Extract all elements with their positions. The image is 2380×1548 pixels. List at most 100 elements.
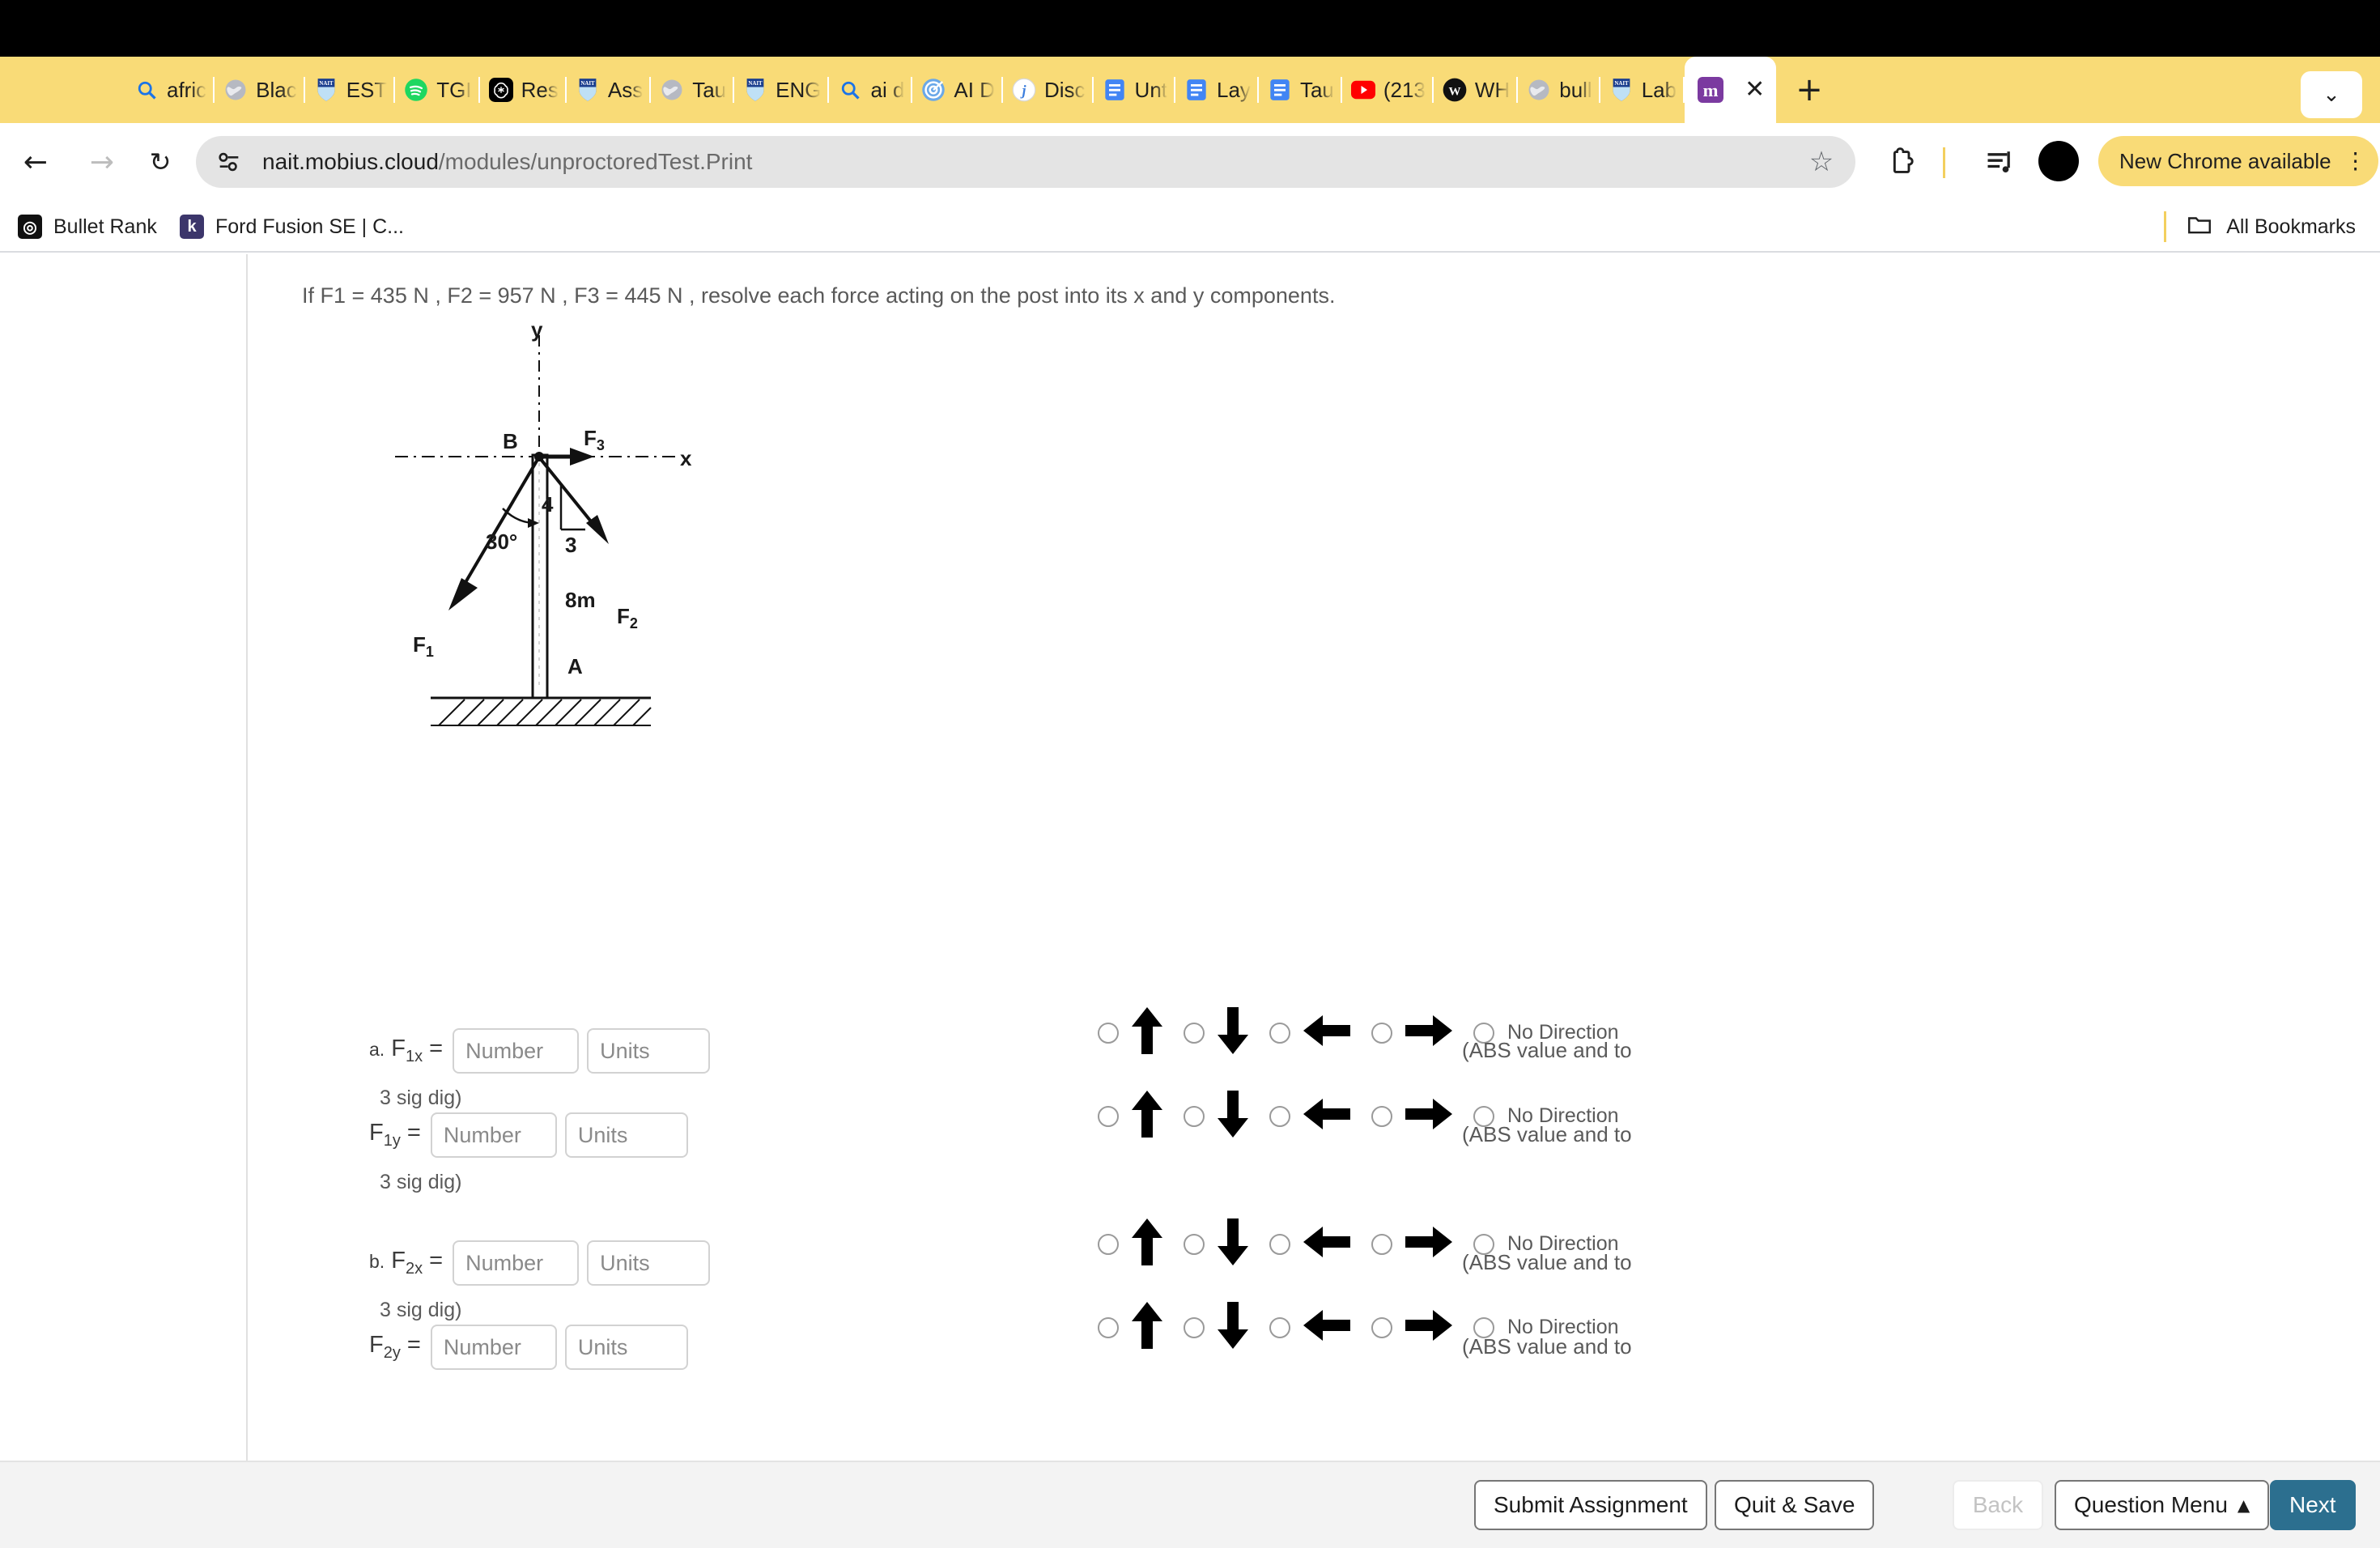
quit-and-save-button[interactable]: Quit & Save (1715, 1480, 1875, 1530)
browser-tab[interactable]: Tau (651, 64, 735, 116)
radio-right[interactable] (1371, 1316, 1392, 1338)
browser-tab[interactable]: bull (1518, 64, 1600, 116)
search-icon (134, 77, 159, 103)
question-menu-button[interactable]: Question Menu ▲ (2055, 1480, 2270, 1530)
radio-down[interactable] (1184, 1316, 1205, 1338)
browser-tab-active[interactable]: m ✕ (1685, 57, 1777, 123)
chrome-update-button[interactable]: New Chrome available ⋮ (2098, 136, 2378, 186)
browser-tab[interactable]: ai d (829, 64, 913, 116)
answer-label: b. F2x = (369, 1248, 444, 1278)
radio-left[interactable] (1269, 1022, 1290, 1044)
bookmark-ford-fusion[interactable]: k Ford Fusion SE | C... (180, 211, 404, 243)
radio-left[interactable] (1269, 1316, 1290, 1338)
close-icon[interactable]: ✕ (1745, 78, 1765, 102)
direction-option-left[interactable] (1269, 1225, 1352, 1263)
bookmark-bullet-rank[interactable]: ◎ Bullet Rank (18, 211, 157, 243)
direction-option-right[interactable] (1371, 1308, 1454, 1346)
figure-point-a-label: A (567, 654, 583, 678)
radio-right[interactable] (1371, 1022, 1392, 1044)
bookmark-star-icon[interactable]: ☆ (1800, 141, 1842, 183)
page-viewport: If F1 = 435 N , F2 = 957 N , F3 = 445 N … (0, 254, 2380, 1548)
arrow-left-icon (1302, 1308, 1352, 1346)
browser-tab[interactable]: NAIT Lab (1600, 64, 1685, 116)
chrome-menu-icon[interactable]: ⋮ (2344, 150, 2367, 172)
forward-button[interactable]: → (81, 141, 123, 183)
units-input[interactable]: Units (564, 1112, 688, 1158)
radio-left[interactable] (1269, 1105, 1290, 1127)
direction-option-right[interactable] (1371, 1225, 1454, 1263)
abs-value-note: (ABS value and to (1462, 1334, 1632, 1359)
tab-title: Ass (607, 77, 644, 102)
arrow-down-icon (1216, 1300, 1250, 1354)
extensions-icon[interactable] (1886, 142, 1923, 181)
number-input[interactable]: Number (453, 1240, 580, 1286)
svg-text:NAIT: NAIT (749, 81, 763, 87)
radio-up[interactable] (1098, 1022, 1119, 1044)
radio-left[interactable] (1269, 1233, 1290, 1255)
direction-option-down[interactable] (1184, 1217, 1250, 1271)
number-input[interactable]: Number (430, 1112, 557, 1158)
direction-option-left[interactable] (1269, 1308, 1352, 1346)
direction-option-up[interactable] (1098, 1217, 1164, 1271)
next-button[interactable]: Next (2270, 1480, 2356, 1530)
j-icon: j (1011, 77, 1037, 103)
radio-up[interactable] (1098, 1105, 1119, 1127)
units-input[interactable]: Units (587, 1028, 711, 1074)
all-bookmarks-button[interactable]: All Bookmarks (2164, 211, 2356, 243)
globe-icon (223, 77, 249, 103)
site-settings-icon[interactable] (215, 148, 243, 176)
radio-up[interactable] (1098, 1233, 1119, 1255)
browser-tab[interactable]: (213 (1342, 64, 1434, 116)
browser-tab[interactable]: Unt (1094, 64, 1176, 116)
direction-option-right[interactable] (1371, 1014, 1454, 1052)
profile-avatar[interactable] (2038, 141, 2079, 181)
direction-option-up[interactable] (1098, 1006, 1164, 1060)
browser-tab[interactable]: NAIT ENG (734, 64, 830, 116)
new-tab-button[interactable]: + (1787, 74, 1831, 106)
units-input[interactable]: Units (587, 1240, 711, 1286)
browser-tab[interactable]: TGI (395, 64, 480, 116)
browser-tab[interactable]: j Disc (1003, 64, 1094, 116)
answer-field-row: F2y = Number Units (369, 1325, 688, 1370)
tab-search-caret-icon[interactable]: ⌄ (2301, 71, 2362, 118)
browser-tab[interactable]: Blac (215, 64, 305, 116)
direction-option-right[interactable] (1371, 1097, 1454, 1135)
direction-option-down[interactable] (1184, 1006, 1250, 1060)
units-input[interactable]: Units (564, 1325, 688, 1370)
direction-option-up[interactable] (1098, 1089, 1164, 1143)
browser-tab[interactable]: AI D (912, 64, 1003, 116)
submit-assignment-button[interactable]: Submit Assignment (1474, 1480, 1707, 1530)
radio-down[interactable] (1184, 1233, 1205, 1255)
radio-right[interactable] (1371, 1233, 1392, 1255)
radio-down[interactable] (1184, 1022, 1205, 1044)
nait-shield-icon: NAIT (742, 77, 768, 103)
direction-option-up[interactable] (1098, 1300, 1164, 1354)
bookmark-label: Bullet Rank (53, 215, 157, 238)
browser-tab[interactable]: NAIT Ass (567, 64, 652, 116)
browser-tab[interactable]: Lay (1175, 64, 1259, 116)
direction-option-left[interactable] (1269, 1097, 1352, 1135)
question-statement: If F1 = 435 N , F2 = 957 N , F3 = 445 N … (302, 283, 1336, 308)
bullet-rank-icon: ◎ (18, 215, 42, 239)
w-circle-icon: W (1442, 77, 1468, 103)
browser-tab[interactable]: NAIT EST (305, 64, 396, 116)
radio-right[interactable] (1371, 1105, 1392, 1127)
direction-option-down[interactable] (1184, 1089, 1250, 1143)
address-bar[interactable]: nait.mobius.cloud/modules/unproctoredTes… (196, 136, 1855, 188)
number-input[interactable]: Number (453, 1028, 580, 1074)
reload-button[interactable]: ↻ (139, 141, 181, 183)
direction-option-left[interactable] (1269, 1014, 1352, 1052)
tab-title: Res (521, 77, 559, 102)
back-button[interactable]: ← (15, 141, 57, 183)
answer-label: F2y = (369, 1332, 421, 1362)
radio-down[interactable] (1184, 1105, 1205, 1127)
browser-tab[interactable]: Res (480, 64, 567, 116)
number-input[interactable]: Number (430, 1325, 557, 1370)
radio-up[interactable] (1098, 1316, 1119, 1338)
sig-dig-note: 3 sig dig) (380, 1087, 462, 1109)
browser-tab[interactable]: Tau (1259, 64, 1342, 116)
media-control-icon[interactable] (1982, 144, 2021, 180)
browser-tab[interactable]: W WH (1434, 64, 1519, 116)
direction-option-down[interactable] (1184, 1300, 1250, 1354)
browser-tab[interactable]: afric (125, 64, 215, 116)
